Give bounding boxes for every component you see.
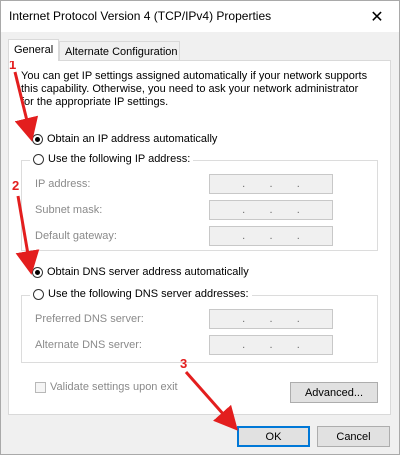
arrow-2 [15, 195, 40, 275]
tab-general[interactable]: General [8, 39, 59, 61]
annotation-arrows [13, 71, 238, 431]
arrow-3 [184, 371, 238, 431]
annotation-marker-3: 3 [180, 356, 188, 371]
arrow-1 [13, 71, 39, 142]
annotation-marker-2: 2 [12, 178, 20, 193]
